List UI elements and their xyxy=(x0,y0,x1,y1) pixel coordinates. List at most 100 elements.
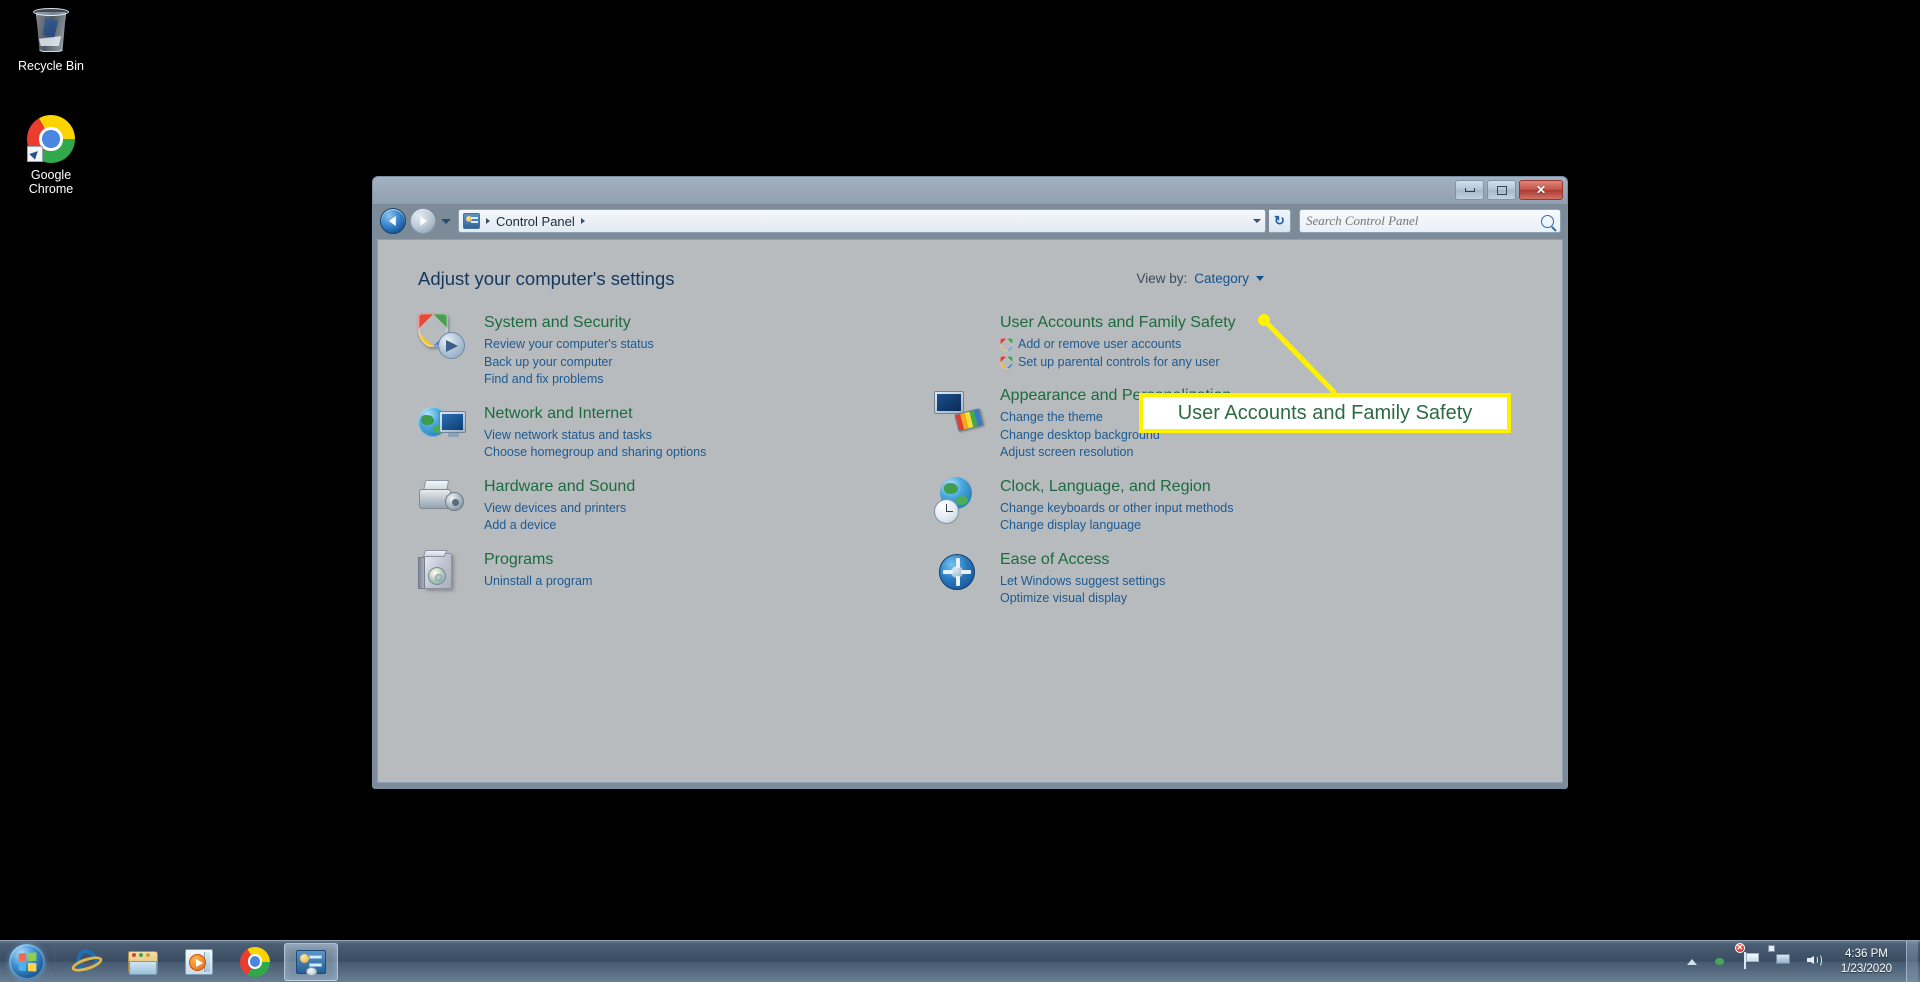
category-link[interactable]: Change keyboards or other input methods xyxy=(1000,500,1233,518)
category-link[interactable]: Add or remove user accounts xyxy=(1000,336,1236,354)
maximize-button[interactable] xyxy=(1487,180,1516,200)
category-title[interactable]: Programs xyxy=(484,550,553,570)
category-column-right: User Accounts and Family Safety Add or r… xyxy=(934,312,1364,622)
category-network-and-internet[interactable]: Network and Internet View network status… xyxy=(418,403,848,462)
close-button[interactable]: ✕ xyxy=(1519,180,1563,200)
category-system-and-security[interactable]: System and Security Review your computer… xyxy=(418,312,848,389)
category-clock-language-and-region[interactable]: Clock, Language, and Region Change keybo… xyxy=(934,476,1364,535)
desktop-icon-label-line2: Chrome xyxy=(28,182,74,196)
category-programs[interactable]: Programs Uninstall a program xyxy=(418,549,848,597)
category-links: View network status and tasks Choose hom… xyxy=(484,427,706,462)
desktop-icon-label-line1: Google xyxy=(30,168,72,182)
minimize-button[interactable] xyxy=(1455,180,1484,200)
uac-shield-icon xyxy=(1000,338,1013,352)
category-link[interactable]: Uninstall a program xyxy=(484,573,592,591)
view-by-control[interactable]: View by: Category xyxy=(1136,271,1264,286)
category-title[interactable]: User Accounts and Family Safety xyxy=(1000,313,1236,333)
window-titlebar[interactable]: ✕ xyxy=(373,177,1567,204)
category-link[interactable]: View devices and printers xyxy=(484,500,635,518)
category-title[interactable]: Clock, Language, and Region xyxy=(1000,477,1211,497)
clock-time: 4:36 PM xyxy=(1845,947,1888,960)
close-icon: ✕ xyxy=(1535,183,1547,197)
category-link[interactable]: View network status and tasks xyxy=(484,427,706,445)
show-desktop-button[interactable] xyxy=(1906,940,1918,982)
start-button[interactable] xyxy=(2,943,52,981)
category-links: View devices and printers Add a device xyxy=(484,500,635,535)
category-link[interactable]: Back up your computer xyxy=(484,354,654,372)
show-hidden-icons-chevron-up-icon[interactable] xyxy=(1686,958,1697,965)
tray-volume-speaker-icon[interactable] xyxy=(1806,952,1825,971)
tray-network-globe-icon[interactable] xyxy=(1713,952,1732,971)
ease-of-access-icon[interactable] xyxy=(934,549,982,597)
media-player-icon xyxy=(185,948,213,975)
back-arrow-icon xyxy=(388,216,396,226)
chrome-icon xyxy=(27,115,75,163)
windows-start-orb-icon xyxy=(9,943,45,980)
recent-pages-chevron-down-icon[interactable] xyxy=(441,218,451,224)
category-title[interactable]: Network and Internet xyxy=(484,404,633,424)
category-title[interactable]: Hardware and Sound xyxy=(484,477,635,497)
address-chevron-down-icon[interactable] xyxy=(1253,219,1261,223)
programs-icon[interactable] xyxy=(418,549,466,597)
maximize-icon xyxy=(1496,185,1507,195)
category-links: Let Windows suggest settings Optimize vi… xyxy=(1000,573,1165,608)
address-breadcrumb-bar[interactable]: Control Panel xyxy=(458,209,1266,233)
internet-explorer-icon xyxy=(69,945,105,977)
clock-language-and-region-icon[interactable] xyxy=(934,476,982,524)
action-center-alert-badge: ✕ xyxy=(1734,943,1745,953)
category-title[interactable]: Ease of Access xyxy=(1000,550,1109,570)
category-column-left: System and Security Review your computer… xyxy=(418,312,848,622)
clock-date: 1/23/2020 xyxy=(1840,962,1892,975)
forward-button[interactable] xyxy=(410,208,436,234)
category-link[interactable]: Optimize visual display xyxy=(1000,590,1165,608)
breadcrumb-control-panel[interactable]: Control Panel xyxy=(496,214,575,229)
network-and-internet-icon[interactable] xyxy=(418,403,466,451)
chevron-down-icon[interactable] xyxy=(1256,276,1264,281)
taskbar-item-windows-explorer[interactable] xyxy=(116,943,170,981)
taskbar-item-control-panel[interactable] xyxy=(284,942,338,981)
category-link[interactable]: Review your computer's status xyxy=(484,336,654,354)
category-link[interactable]: Change display language xyxy=(1000,517,1233,535)
desktop-icon-label: Recycle Bin xyxy=(18,59,84,73)
desktop-icon-google-chrome[interactable]: Google Chrome xyxy=(2,115,100,196)
search-input[interactable] xyxy=(1306,213,1541,229)
taskbar-item-internet-explorer[interactable] xyxy=(60,943,114,981)
category-user-accounts-and-family-safety[interactable]: User Accounts and Family Safety Add or r… xyxy=(934,312,1364,371)
search-box[interactable] xyxy=(1299,209,1561,233)
category-link[interactable]: Let Windows suggest settings xyxy=(1000,573,1165,591)
category-link[interactable]: Adjust screen resolution xyxy=(1000,444,1231,462)
taskbar-item-google-chrome[interactable] xyxy=(228,943,282,981)
category-hardware-and-sound[interactable]: Hardware and Sound View devices and prin… xyxy=(418,476,848,535)
category-title[interactable]: System and Security xyxy=(484,313,631,333)
tray-action-center-flag-icon[interactable]: ✕ xyxy=(1734,943,1763,971)
hardware-and-sound-icon[interactable] xyxy=(418,476,466,524)
minimize-icon xyxy=(1464,188,1475,192)
desktop-icon-recycle-bin[interactable]: Recycle Bin xyxy=(2,6,100,73)
breadcrumb-separator-icon[interactable] xyxy=(580,218,585,224)
content-header: Adjust your computer's settings View by:… xyxy=(418,268,1522,290)
category-links: Add or remove user accounts Set up paren… xyxy=(1000,336,1236,371)
view-by-value[interactable]: Category xyxy=(1194,271,1249,286)
system-tray: ✕ 4:36 PM 1/23/2020 xyxy=(1681,940,1920,982)
callout-annotation-text: User Accounts and Family Safety xyxy=(1177,401,1473,424)
folder-icon xyxy=(128,949,158,975)
user-accounts-and-family-safety-icon[interactable] xyxy=(934,312,982,360)
page-title: Adjust your computer's settings xyxy=(418,268,675,289)
taskbar-item-windows-media-player[interactable] xyxy=(172,943,226,981)
clock[interactable]: 4:36 PM 1/23/2020 xyxy=(1841,947,1892,977)
category-ease-of-access[interactable]: Ease of Access Let Windows suggest setti… xyxy=(934,549,1364,608)
taskbar[interactable]: ✕ 4:36 PM 1/23/2020 xyxy=(0,940,1920,982)
category-link[interactable]: Set up parental controls for any user xyxy=(1000,354,1236,372)
category-link[interactable]: Add a device xyxy=(484,517,635,535)
appearance-and-personalization-icon[interactable] xyxy=(934,385,984,433)
system-and-security-icon[interactable] xyxy=(418,312,466,360)
category-link[interactable]: Find and fix problems xyxy=(484,371,654,389)
refresh-button[interactable]: ↻ xyxy=(1269,209,1291,233)
category-link[interactable]: Choose homegroup and sharing options xyxy=(484,444,706,462)
control-panel-window[interactable]: ✕ Control Panel ↻ Adjust yo xyxy=(372,176,1568,789)
forward-arrow-icon xyxy=(420,216,428,226)
back-button[interactable] xyxy=(380,208,406,234)
tray-network-icon[interactable] xyxy=(1767,945,1794,971)
taskbar-divider xyxy=(55,946,56,977)
category-columns: System and Security Review your computer… xyxy=(418,312,1522,622)
